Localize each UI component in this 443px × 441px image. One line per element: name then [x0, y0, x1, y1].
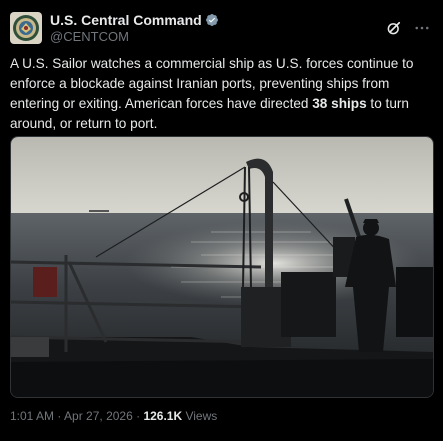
- display-name[interactable]: U.S. Central Command: [50, 12, 202, 29]
- centcom-seal-icon: [10, 12, 42, 44]
- author-handle[interactable]: @CENTCOM: [50, 29, 219, 45]
- views-count[interactable]: 126.1K: [143, 409, 182, 423]
- avatar[interactable]: [10, 12, 42, 44]
- tweet-card: U.S. Central Command @CENTCOM A U.S. Sai…: [0, 0, 443, 441]
- sailor-ship-photo: [11, 137, 433, 397]
- tweet-photo[interactable]: [10, 136, 434, 398]
- tweet-text-bold: 38 ships: [312, 96, 367, 111]
- author-names: U.S. Central Command @CENTCOM: [50, 12, 219, 45]
- tweet-text: A U.S. Sailor watches a commercial ship …: [10, 54, 435, 134]
- verified-badge-icon: [205, 14, 218, 26]
- views-label: Views: [182, 409, 218, 423]
- tweet-header: U.S. Central Command @CENTCOM: [10, 10, 433, 46]
- name-row: U.S. Central Command: [50, 12, 219, 29]
- tweet-footer: 1:01 AM · Apr 27, 2026 · 126.1K Views: [10, 408, 217, 424]
- more-icon[interactable]: [413, 19, 431, 37]
- footer-separator-2: ·: [132, 409, 144, 423]
- header-actions: [385, 19, 431, 37]
- tweet-time[interactable]: 1:01 AM: [10, 409, 54, 423]
- footer-separator: ·: [54, 409, 65, 423]
- grok-icon[interactable]: [385, 19, 403, 37]
- tweet-date[interactable]: Apr 27, 2026: [64, 409, 133, 423]
